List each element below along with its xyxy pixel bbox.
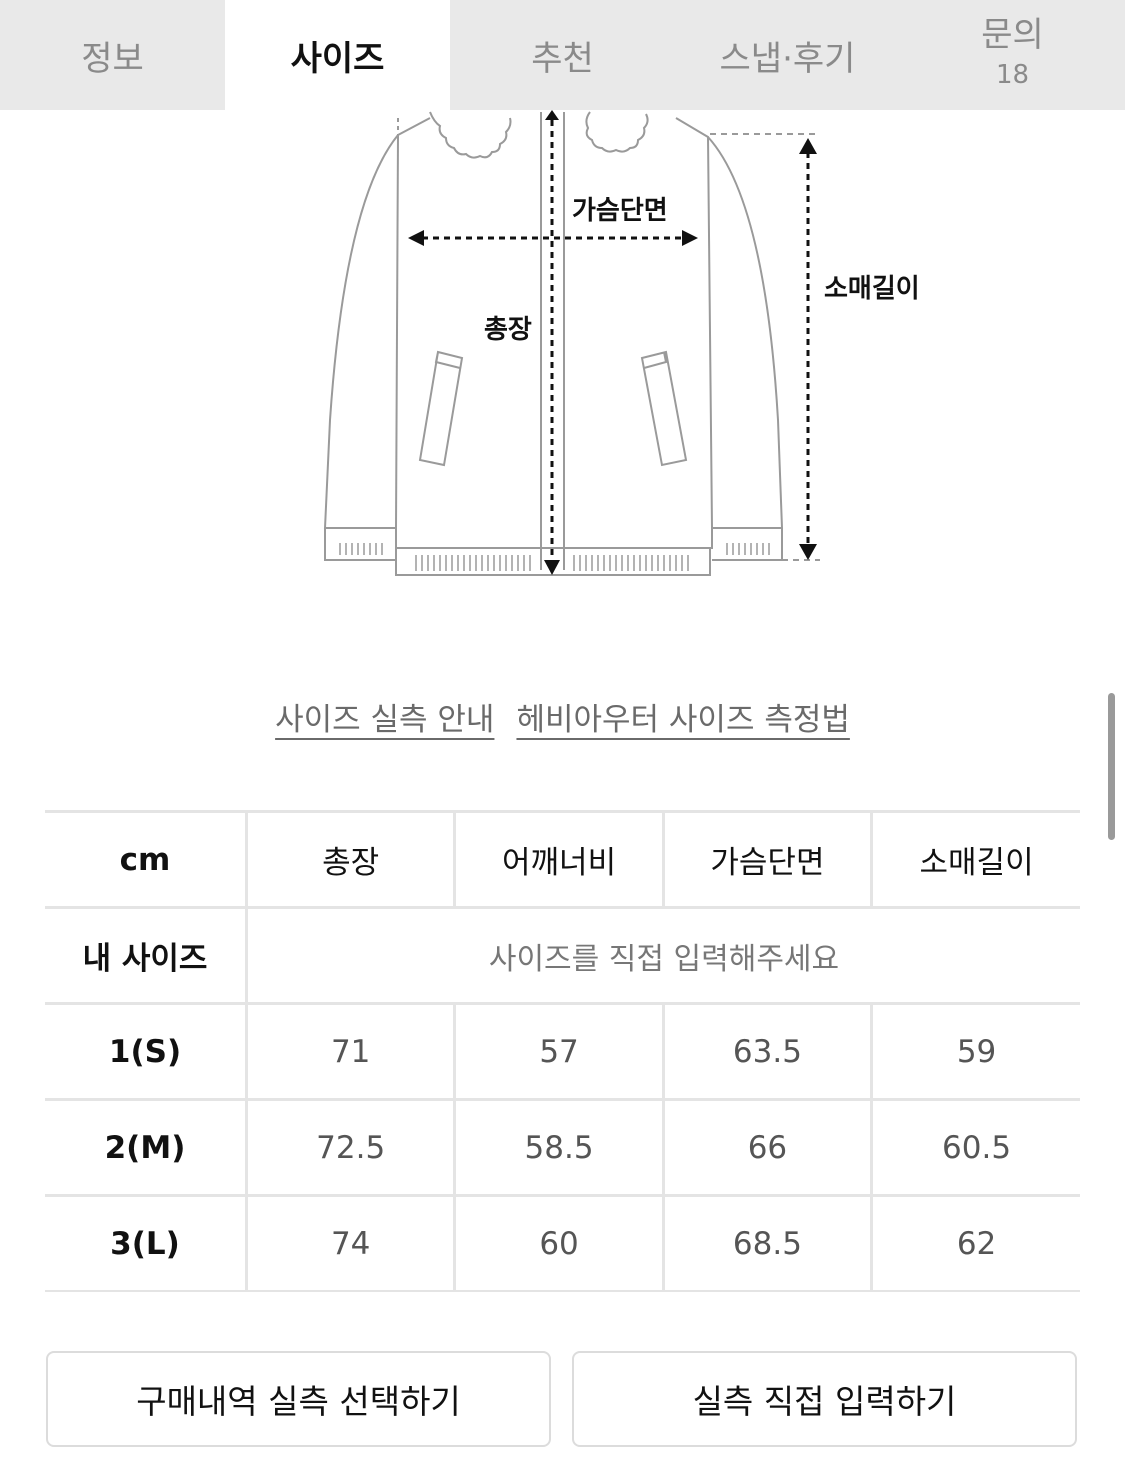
collar-right [585, 111, 649, 153]
enter-measurement-button[interactable]: 실측 직접 입력하기 [572, 1351, 1077, 1447]
jacket-measurement-diagram: 가슴단면 총장 소매길이 [323, 110, 920, 576]
header-sleeve: 소매길이 [870, 810, 1080, 909]
tab-info-label: 정보 [81, 38, 144, 79]
left-sleeve [323, 134, 399, 529]
my-size-row: 내 사이즈 사이즈를 직접 입력해주세요 [45, 906, 1080, 1005]
select-purchase-measurement-button[interactable]: 구매내역 실측 선택하기 [46, 1351, 551, 1447]
tab-recommend-label: 추천 [531, 38, 594, 79]
tab-size[interactable]: 사이즈 [225, 0, 450, 110]
table-cell: 60.5 [870, 1098, 1080, 1197]
right-pocket [640, 350, 688, 467]
table-row: 3(L) 74 60 68.5 62 [45, 1194, 1080, 1292]
unit-header: cm [45, 810, 247, 909]
jacket-body [395, 117, 713, 549]
table-cell: 66 [661, 1098, 872, 1197]
right-sleeve [707, 136, 784, 529]
my-size-input-prompt[interactable]: 사이즈를 직접 입력해주세요 [245, 906, 1080, 1005]
table-cell: 71 [244, 1002, 455, 1101]
header-length: 총장 [244, 810, 455, 909]
table-cell: 72.5 [244, 1098, 455, 1197]
tab-inquiry[interactable]: 문의 18 [900, 0, 1125, 110]
chest-arrow-left-head [408, 230, 424, 246]
tab-inquiry-count: 18 [995, 59, 1030, 90]
sleeve-label: 소매길이 [824, 274, 920, 304]
sleeve-arrow-bottom-head [799, 544, 817, 560]
tab-recommend[interactable]: 추천 [450, 0, 675, 110]
tab-info[interactable]: 정보 [0, 0, 225, 110]
table-cell: 62 [870, 1194, 1080, 1292]
chest-arrow-right-head [682, 230, 698, 246]
length-arrow-bottom-head [544, 560, 560, 575]
header-chest: 가슴단면 [661, 810, 872, 909]
table-row: 1(S) 71 57 63.5 59 [45, 1002, 1080, 1101]
tab-inquiry-label: 문의 [981, 14, 1044, 55]
tab-snap-review[interactable]: 스냅·후기 [675, 0, 900, 110]
table-cell: 58.5 [453, 1098, 664, 1197]
size-label: 3(L) [45, 1194, 247, 1292]
size-label: 2(M) [45, 1098, 247, 1197]
table-row: 2(M) 72.5 58.5 66 60.5 [45, 1098, 1080, 1197]
sleeve-arrow-top-head [799, 138, 817, 154]
left-pocket [418, 350, 464, 467]
length-arrow-top-head [545, 110, 559, 120]
table-cell: 59 [870, 1002, 1080, 1101]
length-label: 총장 [484, 315, 532, 345]
collar-left [429, 111, 512, 159]
chest-label: 가슴단면 [572, 196, 668, 226]
scrollbar[interactable] [1108, 693, 1115, 840]
my-size-label: 내 사이즈 [45, 906, 247, 1005]
size-table: cm 총장 어깨너비 가슴단면 소매길이 내 사이즈 사이즈를 직접 입력해주세… [45, 810, 1080, 1292]
size-guide-link[interactable]: 사이즈 실측 안내 [275, 694, 494, 739]
measure-method-link[interactable]: 헤비아우터 사이즈 측정법 [516, 694, 849, 739]
tab-size-label: 사이즈 [290, 38, 385, 79]
table-cell: 74 [244, 1194, 455, 1292]
tab-bar: 정보 사이즈 추천 스냅·후기 문의 18 [0, 0, 1125, 110]
table-cell: 63.5 [661, 1002, 872, 1101]
size-label: 1(S) [45, 1002, 247, 1101]
header-shoulder: 어깨너비 [453, 810, 664, 909]
tab-snap-review-label: 스냅·후기 [719, 38, 856, 79]
table-header-row: cm 총장 어깨너비 가슴단면 소매길이 [45, 810, 1080, 909]
guide-links: 사이즈 실측 안내 헤비아우터 사이즈 측정법 [0, 694, 1125, 739]
table-cell: 57 [453, 1002, 664, 1101]
table-cell: 68.5 [661, 1194, 872, 1292]
table-cell: 60 [453, 1194, 664, 1292]
